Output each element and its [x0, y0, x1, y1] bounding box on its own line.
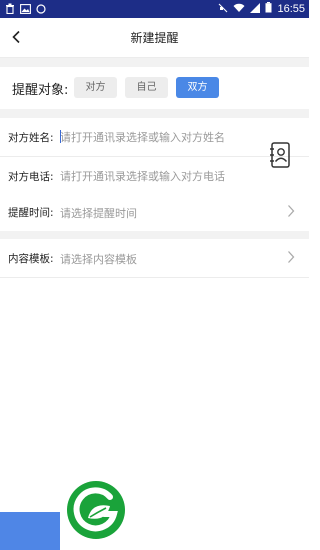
template-placeholder: 请选择内容模板: [60, 253, 137, 266]
contacts-icon: [270, 142, 290, 168]
phone-input[interactable]: [60, 168, 240, 184]
name-label: 对方姓名:: [8, 132, 54, 144]
app-logo-icon: [67, 481, 125, 539]
image-icon: [20, 3, 31, 17]
trash-icon: [5, 3, 15, 17]
divider: [0, 231, 309, 239]
target-selector: 提醒对象: 对方 自己 双方: [0, 67, 309, 109]
target-label: 提醒对象:: [12, 83, 69, 98]
chevron-right-icon: [288, 205, 295, 217]
target-option-both[interactable]: 双方: [176, 77, 219, 98]
time-label: 提醒时间:: [8, 207, 54, 219]
text-cursor: [60, 130, 61, 143]
time-placeholder: 请选择提醒时间: [60, 207, 137, 220]
divider: [0, 109, 309, 118]
clock: 16:55: [277, 3, 305, 15]
phone-field-row: 对方电话:: [0, 157, 309, 196]
floating-panel: [0, 512, 60, 550]
name-field-row: 对方姓名:: [0, 118, 309, 157]
target-option-other[interactable]: 对方: [74, 77, 117, 98]
status-bar: 16:55: [0, 0, 309, 18]
divider: [0, 58, 309, 67]
template-label: 内容模板:: [8, 253, 54, 265]
signal-icon: [250, 2, 261, 16]
content-template-row[interactable]: 内容模板: 请选择内容模板: [0, 239, 309, 278]
reminder-time-row[interactable]: 提醒时间: 请选择提醒时间: [0, 193, 309, 232]
battery-icon: [265, 2, 272, 16]
page-title: 新建提醒: [130, 31, 179, 45]
silent-icon: [218, 3, 228, 16]
sync-icon: [36, 3, 46, 17]
contacts-button[interactable]: [265, 140, 295, 170]
name-input[interactable]: [60, 129, 240, 145]
wifi-icon: [233, 3, 245, 16]
phone-label: 对方电话:: [8, 171, 54, 183]
chevron-right-icon: [288, 251, 295, 263]
target-option-self[interactable]: 自己: [125, 77, 168, 98]
title-bar: 新建提醒: [0, 18, 309, 58]
